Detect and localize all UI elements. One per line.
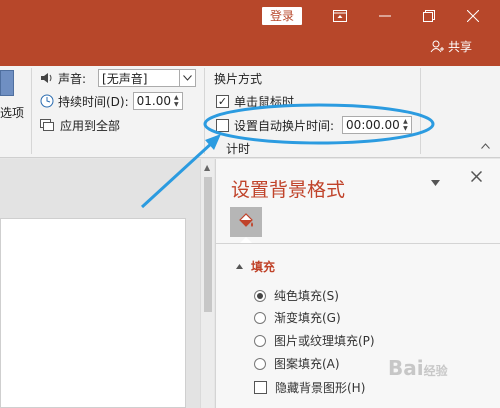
advance-group-title: 换片方式 — [214, 70, 262, 87]
editor-vertical-scrollbar[interactable]: ▲ — [200, 159, 214, 408]
auto-advance-spinner[interactable]: 00:00.00 ▲ ▼ — [342, 116, 413, 134]
effect-options-label[interactable]: 选项 — [0, 104, 24, 121]
share-button[interactable]: 共享 — [430, 38, 472, 55]
ribbon-separator — [204, 68, 205, 154]
radio-unselected-icon[interactable] — [254, 357, 266, 370]
checkbox-unchecked-icon[interactable] — [216, 118, 229, 132]
radio-label: 纯色填充(S) — [274, 289, 339, 303]
ribbon-separator — [420, 68, 421, 154]
hide-background-graphics-checkbox[interactable]: 隐藏背景图形(H) — [254, 379, 365, 396]
auto-advance-checkbox[interactable]: 设置自动换片时间: 00:00.00 ▲ ▼ — [216, 116, 413, 134]
login-button[interactable]: 登录 — [262, 7, 302, 25]
apply-all-label: 应用到全部 — [60, 119, 121, 133]
apply-all-icon — [40, 119, 54, 131]
effect-options-icon[interactable] — [0, 70, 14, 96]
pane-title: 设置背景格式 — [231, 179, 346, 201]
close-window-icon[interactable] — [462, 6, 484, 26]
radio-label: 图案填充(A) — [274, 357, 340, 371]
scroll-up-icon[interactable]: ▲ — [204, 163, 210, 172]
watermark-logo: Bai经验 — [388, 356, 448, 380]
collapse-ribbon-icon[interactable] — [481, 143, 490, 149]
title-bar: 登录 共享 — [0, 0, 500, 66]
checkbox-unchecked-icon[interactable] — [254, 381, 267, 394]
chevron-down-icon[interactable] — [179, 70, 195, 86]
advance-group-title-text: 换片方式 — [214, 72, 263, 86]
timing-group-label-text: 计时 — [226, 142, 251, 156]
hide-bg-label: 隐藏背景图形(H) — [275, 381, 366, 395]
ribbon-separator — [31, 68, 32, 154]
radio-unselected-icon[interactable] — [254, 334, 266, 347]
share-label: 共享 — [448, 40, 473, 54]
spinner-arrows-icon[interactable]: ▲ ▼ — [400, 117, 411, 133]
sound-value: [无声音] — [102, 71, 148, 86]
watermark-suffix: 经验 — [423, 364, 448, 378]
user-icon — [430, 40, 444, 53]
duration-row: 持续时间(D): 01.00 ▲ ▼ — [40, 92, 183, 110]
checkbox-checked-icon[interactable]: ✓ — [216, 95, 229, 108]
radio-selected-icon[interactable] — [254, 289, 266, 302]
radio-unselected-icon[interactable] — [254, 311, 266, 324]
radio-gradient-fill[interactable]: 渐变填充(G) — [254, 309, 341, 326]
sound-row: 声音: [无声音] — [40, 69, 197, 87]
speaker-icon — [41, 73, 52, 83]
minimize-icon[interactable] — [374, 6, 396, 26]
radio-label: 图片或纹理填充(P) — [274, 334, 375, 348]
watermark-text: Bai — [388, 356, 424, 380]
pane-options-chevron-icon[interactable] — [431, 175, 440, 190]
fill-tab[interactable] — [230, 207, 262, 237]
radio-label: 渐变填充(G) — [274, 311, 341, 325]
timing-group-label: 计时 — [226, 140, 250, 157]
sound-label: 声音: — [58, 71, 87, 86]
sound-dropdown[interactable]: [无声音] — [98, 69, 197, 87]
duration-value: 01.00 — [136, 94, 172, 108]
clock-icon — [40, 94, 54, 108]
restore-icon[interactable] — [418, 6, 440, 26]
fill-section-header[interactable]: 填充 — [236, 258, 275, 275]
fill-section-title: 填充 — [251, 260, 276, 274]
on-click-checkbox[interactable]: ✓ 单击鼠标时 — [216, 93, 294, 110]
radio-solid-fill[interactable]: 纯色填充(S) — [254, 287, 339, 304]
auto-advance-label: 设置自动换片时间: — [234, 118, 335, 133]
tab-divider — [216, 243, 500, 244]
on-click-label: 单击鼠标时 — [234, 95, 295, 109]
format-background-pane: 设置背景格式 填充 纯色填充(S) 渐变填充(G) 图片或纹理填充(P) 图案填… — [215, 159, 500, 408]
radio-pattern-fill[interactable]: 图案填充(A) — [254, 355, 340, 372]
paint-bucket-icon — [239, 213, 253, 227]
radio-picture-texture-fill[interactable]: 图片或纹理填充(P) — [254, 332, 375, 349]
auto-advance-value: 00:00.00 — [346, 118, 400, 132]
slide-canvas[interactable] — [0, 218, 186, 408]
scrollbar-thumb[interactable] — [204, 177, 212, 312]
apply-all-button[interactable]: 应用到全部 — [40, 117, 120, 134]
spinner-arrows-icon[interactable]: ▲ ▼ — [171, 93, 182, 109]
ribbon-display-options-icon[interactable] — [329, 6, 351, 26]
duration-label: 持续时间(D): — [58, 94, 129, 109]
collapse-triangle-icon — [236, 264, 243, 269]
close-pane-icon[interactable] — [470, 170, 483, 186]
duration-spinner[interactable]: 01.00 ▲ ▼ — [132, 92, 183, 110]
